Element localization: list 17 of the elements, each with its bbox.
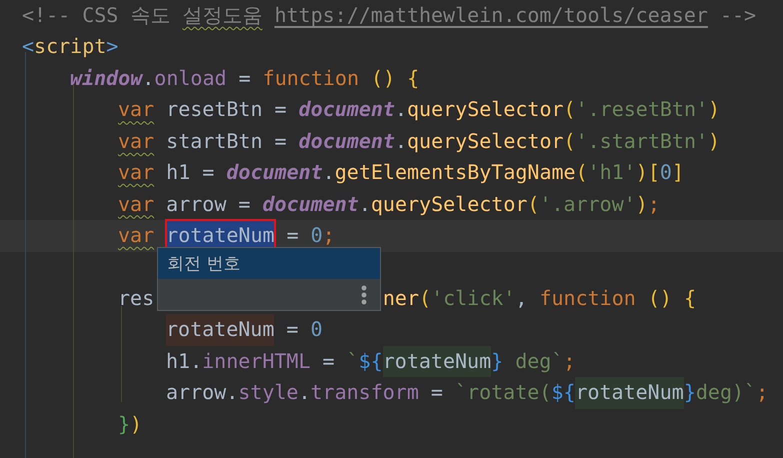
- code-text: res: [118, 284, 154, 312]
- code-line: window.onload = function () {: [69, 64, 420, 92]
- code-comment: -->: [718, 2, 756, 29]
- code-line: }): [117, 410, 144, 438]
- url-link[interactable]: https://matthewlein.com/tools/ceaser: [262, 0, 708, 32]
- code-line: <script>: [21, 33, 120, 60]
- code-line: rotateNum = 0: [0, 314, 783, 346]
- code-line: var resetBtn = document.querySelector('.resetBtn'): [117, 96, 722, 124]
- code-line: var arrow = document.querySelector('.arrow');: [117, 190, 661, 218]
- code-line: var h1 = document.getElementsByTagName('h1')[0]: [117, 159, 685, 186]
- code-text: ner('click', function () {: [382, 284, 696, 312]
- code-line: h1.innerHTML = `${rotateNum} deg`;: [0, 346, 783, 378]
- more-options-icon[interactable]: [361, 284, 367, 304]
- code-line: arrow.style.transform = `rotate(${rotateNum}deg)`;: [0, 377, 783, 409]
- suggestion-item[interactable]: 회전 번호: [158, 248, 380, 279]
- code-line: var startBtn = document.querySelector('.startBtn'): [117, 128, 722, 155]
- code-comment: <!-- CSS 속도 설정도움: [22, 2, 262, 29]
